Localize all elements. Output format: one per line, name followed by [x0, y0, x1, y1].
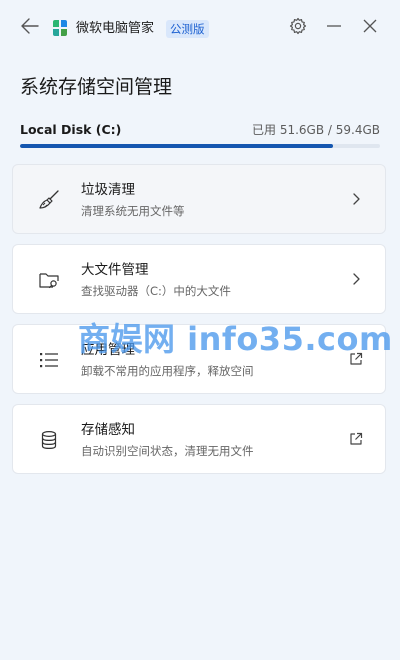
card-storage-sense[interactable]: 存储感知 自动识别空间状态，清理无用文件	[12, 404, 386, 474]
disk-usage-bar	[20, 144, 380, 148]
close-button[interactable]	[359, 17, 381, 39]
edition-badge: 公测版	[166, 20, 209, 38]
card-title: 垃圾清理	[81, 182, 135, 198]
card-description: 卸载不常用的应用程序，释放空间	[81, 364, 254, 378]
app-window: 微软电脑管家 公测版 系统存储空间管理 Local Disk (C:) 已用 5…	[0, 0, 400, 660]
disk-name: Local Disk (C:)	[20, 122, 122, 137]
folder-search-icon	[37, 268, 61, 292]
card-junk-cleanup[interactable]: 垃圾清理 清理系统无用文件等	[12, 164, 386, 234]
card-description: 查找驱动器（C:）中的大文件	[81, 284, 231, 298]
broom-icon	[37, 188, 61, 212]
close-icon	[362, 18, 378, 38]
chevron-right-icon	[347, 190, 365, 208]
card-title: 大文件管理	[81, 262, 149, 278]
gear-icon	[289, 17, 307, 39]
settings-button[interactable]	[287, 17, 309, 39]
card-description: 清理系统无用文件等	[81, 204, 185, 218]
card-large-files[interactable]: 大文件管理 查找驱动器（C:）中的大文件	[12, 244, 386, 314]
card-app-management[interactable]: 应用管理 卸载不常用的应用程序，释放空间	[12, 324, 386, 394]
app-name: 微软电脑管家	[76, 21, 155, 36]
card-title: 应用管理	[81, 342, 135, 358]
app-logo-icon	[51, 19, 69, 37]
disk-usage-text: 已用 51.6GB / 59.4GB	[252, 123, 380, 137]
back-button[interactable]	[18, 16, 42, 40]
card-title: 存储感知	[81, 422, 135, 438]
page-title: 系统存储空间管理	[20, 76, 173, 98]
card-description: 自动识别空间状态，清理无用文件	[81, 444, 254, 458]
external-link-icon	[347, 430, 365, 448]
arrow-left-icon	[21, 18, 39, 38]
list-icon	[37, 348, 61, 372]
minimize-icon	[326, 18, 342, 38]
chevron-right-icon	[347, 270, 365, 288]
disk-usage-bar-fill	[20, 144, 333, 148]
minimize-button[interactable]	[323, 17, 345, 39]
database-icon	[37, 428, 61, 452]
external-link-icon	[347, 350, 365, 368]
title-bar: 微软电脑管家 公测版	[0, 0, 400, 56]
